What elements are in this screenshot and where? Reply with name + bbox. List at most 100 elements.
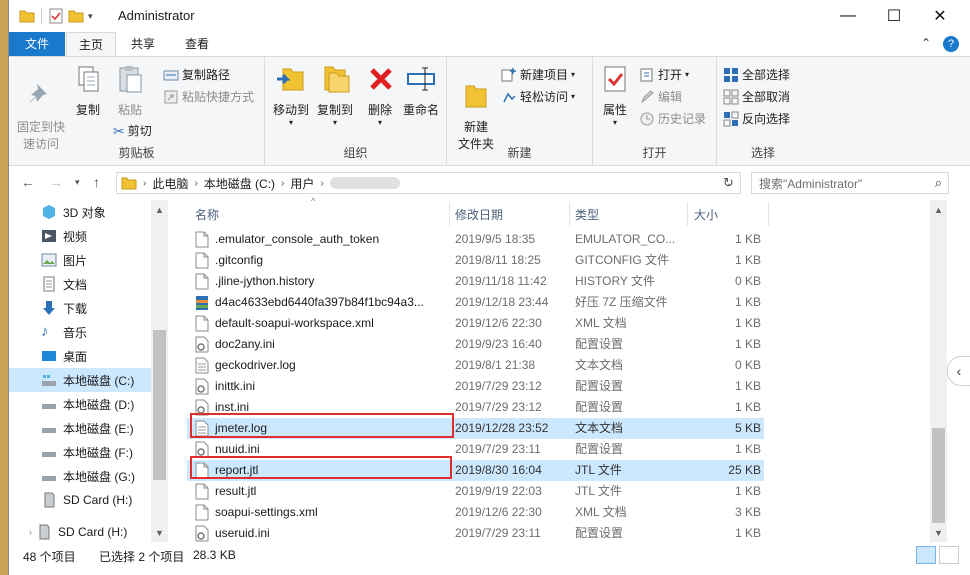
copy-to-label: 复制到 [316,103,353,117]
table-row[interactable]: .emulator_console_auth_token 2019/9/5 18:… [187,229,764,250]
nav-item-local-disk-c[interactable]: 本地磁盘 (C:) [9,368,151,392]
table-row[interactable]: default-soapui-workspace.xml 2019/12/6 22… [187,313,764,334]
delete-button[interactable]: 删除 ▾ [365,63,395,127]
table-row[interactable]: inittk.ini 2019/7/29 23:12 配置设置 1 KB [187,376,764,397]
nav-item-local-disk-e[interactable]: 本地磁盘 (E:) [9,416,151,440]
easy-access-button[interactable]: 轻松访问 ▾ [501,87,575,107]
tab-file[interactable]: 文件 [9,32,65,56]
select-none-icon [723,89,739,105]
open-button[interactable]: 打开 ▾ [639,65,689,85]
table-row[interactable]: geckodriver.log 2019/8/1 21:38 文本文档 0 KB [187,355,764,376]
scrollbar-thumb[interactable] [932,428,945,523]
nav-item-downloads[interactable]: 下载 [9,296,151,320]
scrollbar-thumb[interactable] [153,330,166,480]
tab-home[interactable]: 主页 [66,32,116,57]
scroll-up-arrow-icon[interactable]: ▲ [930,202,947,219]
search-input[interactable]: 搜索"Administrator" ⌕ [751,172,949,194]
nav-item-local-disk-d[interactable]: 本地磁盘 (D:) [9,392,151,416]
sd-card-icon [39,524,50,540]
ribbon-tabs: 文件 主页 共享 查看 ⌃ ? [9,32,970,57]
details-view-button[interactable] [916,546,936,564]
copy-button[interactable]: 复制 [71,63,105,119]
new-item-button[interactable]: 新建项目 ▾ [501,65,575,85]
new-folder-icon[interactable] [68,8,84,24]
nav-item-local-disk-g[interactable]: 本地磁盘 (G:) [9,464,151,488]
select-all-button[interactable]: 全部选择 [723,65,790,85]
scroll-down-arrow-icon[interactable]: ▼ [151,525,168,542]
separator [41,8,42,24]
file-icon [195,483,209,500]
breadcrumb-local-disk-c[interactable]: 本地磁盘 (C:) [204,175,275,192]
history-button[interactable]: 历史记录 [639,109,706,129]
column-header-size[interactable]: 大小 [694,202,764,226]
delete-label: 删除 [367,103,392,117]
edit-button[interactable]: 编辑 [639,87,682,107]
nav-label: 本地磁盘 (G:) [63,469,135,484]
nav-item-local-disk-f[interactable]: 本地磁盘 (F:) [9,440,151,464]
file-icon [195,273,209,290]
cut-button[interactable]: ✂ 剪切 [113,121,152,141]
table-row[interactable]: result.jtl 2019/9/19 22:03 JTL 文件 1 KB [187,481,764,502]
large-icons-view-button[interactable] [939,546,959,564]
help-icon[interactable]: ? [943,36,959,52]
copy-to-button[interactable]: 复制到 ▾ [315,63,355,127]
column-header-name[interactable]: 名称 ^ [187,196,447,226]
breadcrumb-this-pc[interactable]: 此电脑 [152,175,188,192]
table-row[interactable]: useruid.ini 2019/7/29 23:11 配置设置 1 KB [187,523,764,544]
expand-chevron-icon[interactable]: › [29,527,32,537]
rename-button[interactable]: 重命名 [401,63,441,119]
nav-item-desktop[interactable]: 桌面 [9,344,151,368]
scroll-down-arrow-icon[interactable]: ▼ [930,525,947,542]
copy-path-button[interactable]: 复制路径 [163,65,230,85]
table-row[interactable]: .gitconfig 2019/8/11 18:25 GITCONFIG 文件 1 K… [187,250,764,271]
refresh-icon[interactable]: ↻ [723,175,734,191]
invert-selection-button[interactable]: 反向选择 [723,109,790,129]
nav-item-videos[interactable]: 视频 [9,224,151,248]
table-row[interactable]: .jline-jython.history 2019/11/18 11:42 HIS… [187,271,764,292]
column-divider[interactable] [687,202,688,226]
nav-item-pictures[interactable]: 图片 [9,248,151,272]
move-to-button[interactable]: 移动到 ▾ [271,63,311,127]
up-arrow-icon[interactable]: ↑ [93,174,100,190]
breadcrumb-users[interactable]: 用户 [290,175,314,192]
paste-button[interactable]: 粘贴 [113,63,147,119]
maximize-button[interactable]: ☐ [871,0,917,32]
column-divider[interactable] [768,202,769,226]
sort-ascending-icon: ^ [311,196,316,206]
paste-shortcut-button[interactable]: 粘贴快捷方式 [163,87,254,107]
column-divider[interactable] [569,202,570,226]
customize-qat-chevron-icon[interactable]: ▾ [88,11,93,22]
select-none-button[interactable]: 全部取消 [723,87,790,107]
nav-item-sd-card-h-root[interactable]: › SD Card (H:) [9,520,151,542]
collapse-ribbon-icon[interactable]: ⌃ [921,36,931,50]
back-arrow-icon[interactable]: ← [21,174,35,190]
recent-locations-chevron-icon[interactable]: ▾ [75,177,80,188]
column-header-type[interactable]: 类型 [575,202,685,226]
table-row[interactable]: d4ac4633ebd6440fa397b84f1bc94a3... 2019/1… [187,292,764,313]
pin-to-quick-access-button[interactable]: 固定到快 速访问 [15,63,67,153]
scroll-up-arrow-icon[interactable]: ▲ [151,202,168,219]
close-button[interactable]: ✕ [917,0,963,32]
properties-button[interactable]: 属性 ▾ [599,63,631,127]
file-list-scrollbar[interactable]: ▲ ▼ [930,200,947,542]
search-icon: ⌕ [934,175,942,190]
minimize-button[interactable]: — [825,0,871,32]
file-name: soapui-settings.xml [215,505,318,519]
nav-pane-scrollbar[interactable]: ▲ ▼ [151,200,168,542]
table-row[interactable]: doc2any.ini 2019/9/23 16:40 配置设置 1 KB [187,334,764,355]
column-divider[interactable] [449,202,450,226]
properties-checkmark-icon[interactable] [48,8,64,24]
tab-share[interactable]: 共享 [121,32,165,56]
forward-arrow-icon[interactable]: → [49,174,63,190]
new-folder-button[interactable]: 新建 文件夹 [455,63,497,153]
nav-item-sd-card-h[interactable]: SD Card (H:) [9,488,151,512]
column-header-date[interactable]: 修改日期 [455,202,565,226]
nav-item-3d-objects[interactable]: 3D 对象 [9,200,151,224]
address-bar[interactable]: › 此电脑 › 本地磁盘 (C:) › 用户 › ⌄ [116,172,741,194]
table-row[interactable]: soapui-settings.xml 2019/12/6 22:30 XML 文档… [187,502,764,523]
file-type: XML 文档 [575,316,627,330]
tab-view[interactable]: 查看 [175,32,219,56]
nav-item-documents[interactable]: 文档 [9,272,151,296]
expand-side-panel-chevron-icon[interactable]: ‹ [947,356,970,386]
nav-item-music[interactable]: ♪ 音乐 [9,320,151,344]
